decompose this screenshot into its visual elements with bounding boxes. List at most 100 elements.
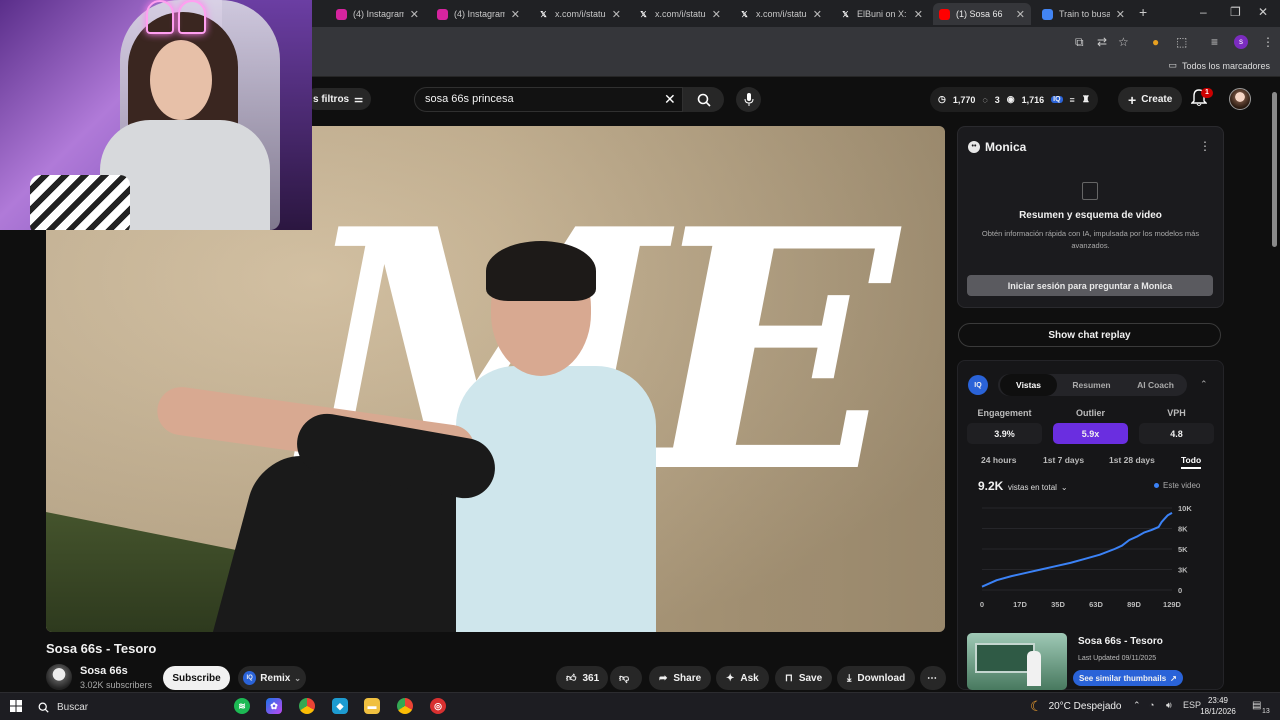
copilot-icon[interactable]: ✿ [266,698,282,714]
app-icon[interactable]: ◆ [332,698,348,714]
range-todo[interactable]: Todo [1181,455,1202,469]
close-tab-icon[interactable]: ✕ [1116,8,1125,21]
close-tab-icon[interactable]: ✕ [612,8,621,21]
profile-icon[interactable]: s [1234,35,1248,49]
iq-small-icon[interactable]: IQ [1051,96,1063,103]
ask-button[interactable]: ✦ Ask [716,666,769,690]
close-tab-icon[interactable]: ✕ [813,8,822,21]
save-button[interactable]: ⊓ Save [775,666,833,690]
tray-chevron-icon[interactable]: ⌃ [1133,700,1141,711]
notification-center-icon[interactable]: ▤ [1252,700,1261,711]
dislike-button[interactable]: 👎︎ [610,666,642,690]
channel-stats-pill[interactable]: ◷ 1,770 ◌ 3 ◉ 1,716 IQ ≡ ♜ [930,87,1098,112]
close-tab-icon[interactable]: ✕ [914,8,923,21]
tab-resumen[interactable]: Resumen [1063,374,1120,396]
youtube-icon [939,8,950,20]
close-tab-icon[interactable]: ✕ [1016,8,1025,21]
spotify-icon[interactable]: ≋ [234,698,250,714]
trophy-icon[interactable]: ♜ [1082,94,1090,105]
obs-icon[interactable]: ◎ [430,698,446,714]
restore-icon[interactable]: ❐ [1230,5,1241,19]
network-icon[interactable]: ◔ [1149,700,1154,710]
share-icon: ➦ [659,672,668,684]
browser-tab[interactable]: 𝕏x.com/i/status/ ✕ [733,3,828,25]
minimize-icon[interactable]: – [1200,5,1207,19]
y-tick-label: 10K [1178,504,1192,513]
browser-tab[interactable]: Train to busan ✕ [1036,3,1131,25]
metric-label: Engagement [977,408,1032,418]
browser-tab[interactable]: (4) Instagram ✕ [330,3,425,25]
clear-search-icon[interactable]: ✕ [664,91,676,108]
chrome-profile-icon[interactable] [397,698,413,714]
browser-tab-label: x.com/i/status/ [756,9,807,19]
chevron-up-icon[interactable]: ⌃ [1200,379,1208,390]
bookmark-icon: ⊓ [785,672,793,684]
download-button[interactable]: ⤓ Download [837,666,916,690]
channel-avatar[interactable] [46,664,72,690]
total-views: 9.2K [978,479,1004,493]
stat-value: 1,770 [952,94,976,105]
all-bookmarks[interactable]: ▭ Todos los marcadores [1168,60,1270,71]
share-button[interactable]: ➦ Share [649,666,712,690]
user-avatar[interactable] [1229,88,1251,110]
weather-widget[interactable]: ☾ 20°C Despejado [1030,698,1122,715]
page-scrollbar[interactable] [1272,92,1277,247]
recommendation-title[interactable]: Sosa 66s - Tesoro [1078,636,1163,647]
search-input[interactable]: sosa 66s princesa [414,87,683,112]
clock-date: 18/1/2026 [1200,707,1236,716]
show-chat-replay-button[interactable]: Show chat replay [958,323,1221,347]
cast-icon[interactable]: ⧉ [1075,35,1084,50]
browser-tab[interactable]: 𝕏 ElBuni on X: "E ✕ [834,3,929,25]
filters-button[interactable]: s filtros ⚌ [305,88,372,110]
close-tab-icon[interactable]: ✕ [712,8,721,21]
extensions-puzzle-icon[interactable]: ⬚ [1176,35,1187,49]
see-similar-thumbnails-button[interactable]: See similar thumbnails ↗ [1073,670,1183,686]
recommendation-thumbnail[interactable] [967,633,1067,690]
bookmark-star-icon[interactable]: ☆ [1118,35,1129,49]
close-window-icon[interactable]: ✕ [1258,5,1268,19]
system-clock[interactable]: 23:49 18/1/2026 [1196,695,1240,717]
share-label: Share [673,672,702,684]
see-similar-label: See similar thumbnails [1079,673,1167,683]
menu-kebab-icon[interactable]: ⋮ [1262,35,1274,49]
create-button[interactable]: + Create [1118,87,1183,112]
close-tab-icon[interactable]: ✕ [410,8,419,21]
browser-tab[interactable]: 𝕏x.com/i/status/ ✕ [532,3,627,25]
total-views-select[interactable]: vistas en total ⌄ [1008,481,1068,494]
voice-search-button[interactable] [736,87,761,112]
browser-tab-label: (1) Sosa 66 [956,9,1003,19]
subscribe-button[interactable]: Subscribe [163,666,230,690]
y-tick-label: 5K [1178,545,1188,554]
close-tab-icon[interactable]: ✕ [511,8,520,21]
extension-icon[interactable]: ● [1152,35,1159,49]
range-7-days[interactable]: 1st 7 days [1043,455,1084,465]
monica-login-button[interactable]: Iniciar sesión para preguntar a Monica [967,275,1213,296]
remix-button[interactable]: IQ Remix ⌄ [238,666,306,690]
volume-icon[interactable]: 🔊︎ [1166,700,1172,711]
range-24-hours[interactable]: 24 hours [981,455,1016,465]
more-vertical-icon[interactable]: ⋮ [1199,139,1211,153]
tab-vistas[interactable]: Vistas [1000,374,1057,396]
chrome-icon[interactable] [299,698,315,714]
reading-list-icon[interactable]: ≡ [1211,35,1218,49]
taskbar-search[interactable]: Buscar [38,697,228,717]
list-icon[interactable]: ≡ [1070,95,1075,105]
windows-start-icon[interactable] [10,700,22,712]
tab-ai-coach[interactable]: AI Coach [1127,374,1184,396]
total-views-select-label: vistas en total [1008,483,1057,492]
browser-tab[interactable]: 𝕏x.com/i/status/ ✕ [632,3,727,25]
translate-icon[interactable]: ⇄ [1097,35,1107,49]
new-tab-icon[interactable]: + [1139,4,1147,20]
range-28-days[interactable]: 1st 28 days [1109,455,1155,465]
browser-tab[interactable]: (1) Sosa 66 ✕ [933,3,1031,25]
sparkle-icon: ✦ [726,672,735,684]
file-explorer-icon[interactable]: ▬ [364,698,380,714]
browser-tab[interactable]: (4) Instagram ✕ [431,3,526,25]
search-button[interactable] [683,87,724,112]
create-label: Create [1141,94,1173,105]
more-actions-button[interactable]: ⋯ [920,666,946,690]
like-button[interactable]: 👍︎ 361 [556,666,608,690]
y-tick-label: 0 [1178,586,1182,595]
channel-name[interactable]: Sosa 66s [80,665,128,677]
metric-outlier-value: 5.9x [1053,423,1128,444]
